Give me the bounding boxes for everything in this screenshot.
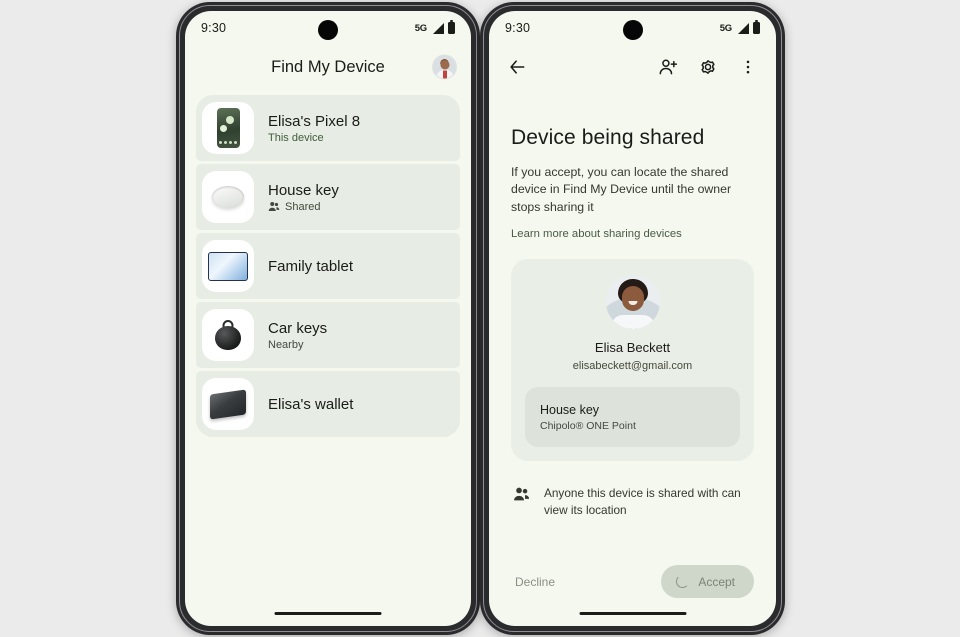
tablet-thumb [202,240,254,292]
shared-device-chip[interactable]: House key Chipolo® ONE Point [525,387,740,448]
screen-device-being-shared: 9:30 5G Device being shared If you accep… [489,11,776,626]
status-bar-left: 9:30 5G [185,11,471,45]
device-subtitle: This device [268,131,324,144]
key-tag-thumb [202,309,254,361]
battery-full-icon [753,20,760,34]
device-subtitle-row: Shared [268,201,339,213]
accept-button-label: Accept [698,574,735,589]
accept-button[interactable]: Accept [661,565,754,598]
device-name: Car keys [268,319,328,337]
decline-button[interactable]: Decline [511,567,559,597]
shared-device-name: House key [540,402,600,417]
share-request-card: Elisa Beckett elisabeckett@gmail.com Hou… [511,259,754,462]
people-icon [514,487,530,501]
signal-bars-icon [433,22,444,34]
pixel-phone-thumb [202,102,254,154]
elisa-beckett-avatar [605,275,660,330]
people-icon [268,202,280,211]
phone-left: 9:30 5G Find My Device Elisa's Pixel 8 T… [176,2,480,635]
status-bar-right: 9:30 5G [489,11,776,45]
list-item[interactable]: Family tablet [196,233,460,299]
person-email: elisabeckett@gmail.com [572,360,693,373]
top-app-bar [489,45,776,89]
device-list: Elisa's Pixel 8 This device House key Sh… [185,89,471,437]
camera-punch-hole [622,20,643,40]
system-nav-bar [274,611,382,615]
page-description: If you accept, you can locate the shared… [511,165,732,214]
person-add-icon[interactable] [655,54,681,80]
list-item[interactable]: Car keys Nearby [196,302,460,368]
device-name: Elisa's Pixel 8 [268,112,361,130]
arrow-back-icon[interactable] [504,54,530,80]
wallet-thumb [202,378,254,430]
sharing-note: Anyone this device is shared with can vi… [511,485,754,519]
account-avatar[interactable] [432,54,457,80]
app-bar-left: Find My Device [185,45,471,89]
battery-full-icon [448,20,455,34]
device-name: Family tablet [268,257,354,275]
page-title: Device being shared [511,126,705,149]
more-vert-icon[interactable] [735,54,761,80]
person-name: Elisa Beckett [594,340,671,356]
status-indicators: 5G [414,20,455,34]
loading-spinner-icon [676,575,690,588]
device-name: Elisa's wallet [268,395,354,413]
camera-punch-hole [318,20,338,40]
chipolo-tracker-thumb [202,171,254,223]
shared-device-body: Device being shared If you accept, you c… [489,126,776,520]
status-clock: 9:30 [201,21,227,35]
system-nav-bar [579,611,686,615]
device-subtitle: Nearby [268,338,304,351]
device-subtitle: Shared [285,200,321,213]
gear-icon[interactable] [695,54,721,80]
status-clock: 9:30 [505,21,531,35]
sharing-note-text: Anyone this device is shared with can vi… [544,486,741,518]
signal-bars-icon [738,22,749,34]
list-item[interactable]: Elisa's Pixel 8 This device [196,95,460,161]
network-label: 5G [719,22,732,34]
status-indicators: 5G [719,20,760,34]
screenshot-stage: 9:30 5G Find My Device Elisa's Pixel 8 T… [0,0,960,637]
device-name: House key [268,181,339,199]
learn-more-link[interactable]: Learn more about sharing devices [511,228,754,240]
shared-device-model: Chipolo® ONE Point [540,419,636,432]
phone-right: 9:30 5G Device being shared If you accep… [480,2,785,635]
list-item[interactable]: Elisa's wallet [196,371,460,437]
screen-find-my-device: 9:30 5G Find My Device Elisa's Pixel 8 T… [185,11,471,626]
list-item[interactable]: House key Shared [196,164,460,230]
action-bar: Decline Accept [489,565,776,598]
network-label: 5G [414,22,427,34]
page-title: Find My Device [271,57,385,76]
